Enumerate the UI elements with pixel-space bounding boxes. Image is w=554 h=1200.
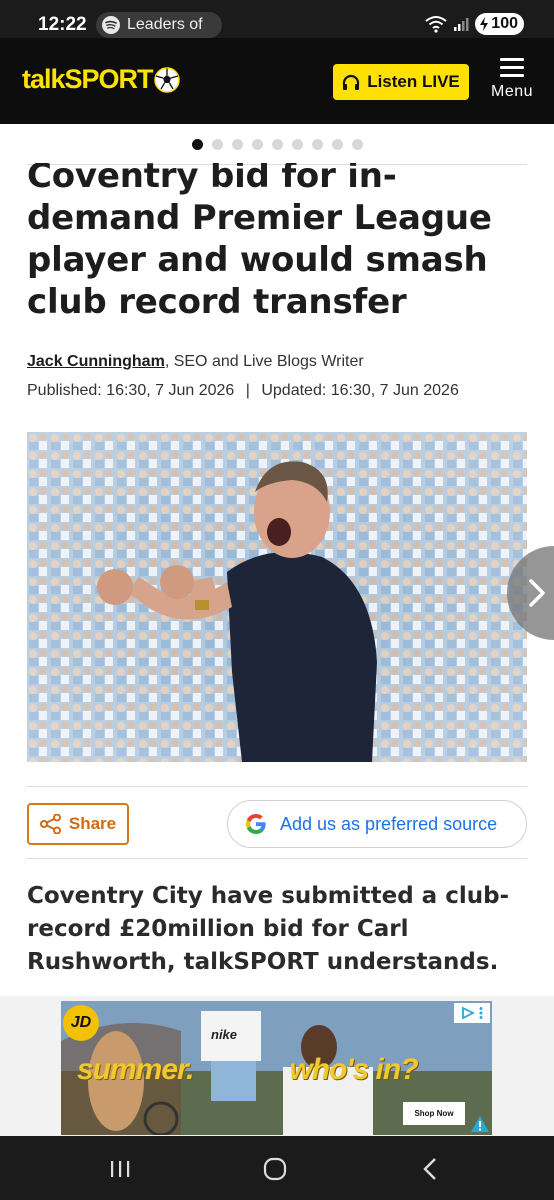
carousel-dot[interactable] xyxy=(331,139,343,150)
published-label: Published: xyxy=(27,382,102,399)
publish-info: Published: 16:30, 7 Jun 2026 | Updated: … xyxy=(27,382,459,400)
recent-apps-button[interactable] xyxy=(100,1154,140,1184)
headline-line: Coventry bid for in- xyxy=(27,163,397,196)
listen-live-button[interactable]: Listen LIVE xyxy=(333,64,469,100)
divider xyxy=(27,786,527,787)
standfirst-line: Rushworth, talkSPORT understands. xyxy=(27,949,499,975)
home-button[interactable] xyxy=(255,1154,295,1184)
status-bar: 12:22 Leaders of 100 xyxy=(0,0,554,38)
headline-line: demand Premier League xyxy=(27,198,492,238)
carousel-dot[interactable] xyxy=(211,139,223,150)
media-pill[interactable]: Leaders of xyxy=(96,12,222,38)
headphones-icon xyxy=(343,74,360,90)
carousel-dot[interactable] xyxy=(291,139,303,150)
divider xyxy=(27,858,527,859)
hamburger-icon xyxy=(500,58,524,77)
spotify-icon xyxy=(102,16,120,34)
preferred-source-button[interactable]: Add us as preferred source xyxy=(227,800,527,848)
share-button[interactable]: Share xyxy=(27,803,129,845)
separator: | xyxy=(245,382,250,399)
share-icon xyxy=(39,814,61,834)
media-title: Leaders of xyxy=(127,16,203,33)
google-icon xyxy=(246,814,266,834)
carousel-dot[interactable] xyxy=(311,139,323,150)
published-value: 16:30, 7 Jun 2026 xyxy=(106,382,235,399)
wifi-icon xyxy=(425,16,447,33)
jd-logo: JD xyxy=(63,1005,99,1041)
updated-label: Updated: xyxy=(261,382,327,399)
carousel-dot[interactable] xyxy=(251,139,263,150)
battery-level: 100 xyxy=(491,15,518,32)
headline-line: player and would smash xyxy=(27,240,488,280)
back-icon xyxy=(423,1158,436,1180)
ad-slogan-right: who's in? xyxy=(289,1053,418,1086)
status-indicators: 100 xyxy=(425,13,524,35)
author-role: , SEO and Live Blogs Writer xyxy=(164,353,364,370)
carousel-dots xyxy=(0,139,554,150)
back-button[interactable] xyxy=(410,1154,450,1184)
menu-label: Menu xyxy=(490,83,534,100)
carousel-dot[interactable] xyxy=(231,139,243,150)
share-label: Share xyxy=(68,814,117,833)
headline-line: club record transfer xyxy=(27,282,407,322)
standfirst-line: Coventry City have submitted a club- xyxy=(27,883,510,909)
charging-icon xyxy=(480,17,489,31)
menu-button[interactable]: Menu xyxy=(484,56,540,112)
signal-icon xyxy=(454,18,469,31)
status-time: 12:22 xyxy=(38,14,87,35)
article-hero-image[interactable] xyxy=(27,432,527,762)
article-standfirst: Coventry City have submitted a club- rec… xyxy=(27,880,527,979)
carousel-dot[interactable] xyxy=(271,139,283,150)
ad-shirt-text: nike xyxy=(211,1027,238,1042)
warning-icon[interactable] xyxy=(470,1115,490,1133)
chevron-right-icon xyxy=(529,579,545,607)
preferred-source-label: Add us as preferred source xyxy=(280,813,498,834)
carousel-dot[interactable] xyxy=(191,139,203,150)
talksport-logo[interactable]: talkSPORT xyxy=(22,64,180,95)
home-icon xyxy=(263,1157,287,1181)
article-headline: Coventry bid for in- demand Premier Leag… xyxy=(27,163,492,323)
listen-live-label: Listen LIVE xyxy=(367,72,460,91)
battery-indicator: 100 xyxy=(475,13,524,35)
ad-slogan-left: summer. xyxy=(77,1053,194,1086)
site-header: talkSPORT Listen LIVE Menu xyxy=(0,38,554,124)
byline: Jack Cunningham, SEO and Live Blogs Writ… xyxy=(27,353,364,371)
ad-slogan: summer. who's in? xyxy=(77,1053,419,1087)
adchoices-icon[interactable] xyxy=(454,1003,490,1023)
updated-value: 16:30, 7 Jun 2026 xyxy=(330,382,459,399)
system-nav-bar xyxy=(0,1136,554,1200)
headline-container: Coventry bid for in- demand Premier Leag… xyxy=(27,163,532,333)
standfirst-line: record £20million bid for Carl xyxy=(27,916,409,942)
carousel-dot[interactable] xyxy=(351,139,363,150)
football-icon xyxy=(153,66,180,93)
logo-text: talkSPORT xyxy=(22,64,154,94)
author-link[interactable]: Jack Cunningham xyxy=(27,353,165,370)
advertisement[interactable]: JD nike summer. who's in? Shop Now xyxy=(61,1001,492,1135)
shop-now-button[interactable]: Shop Now xyxy=(403,1102,465,1125)
recents-icon xyxy=(111,1161,130,1177)
